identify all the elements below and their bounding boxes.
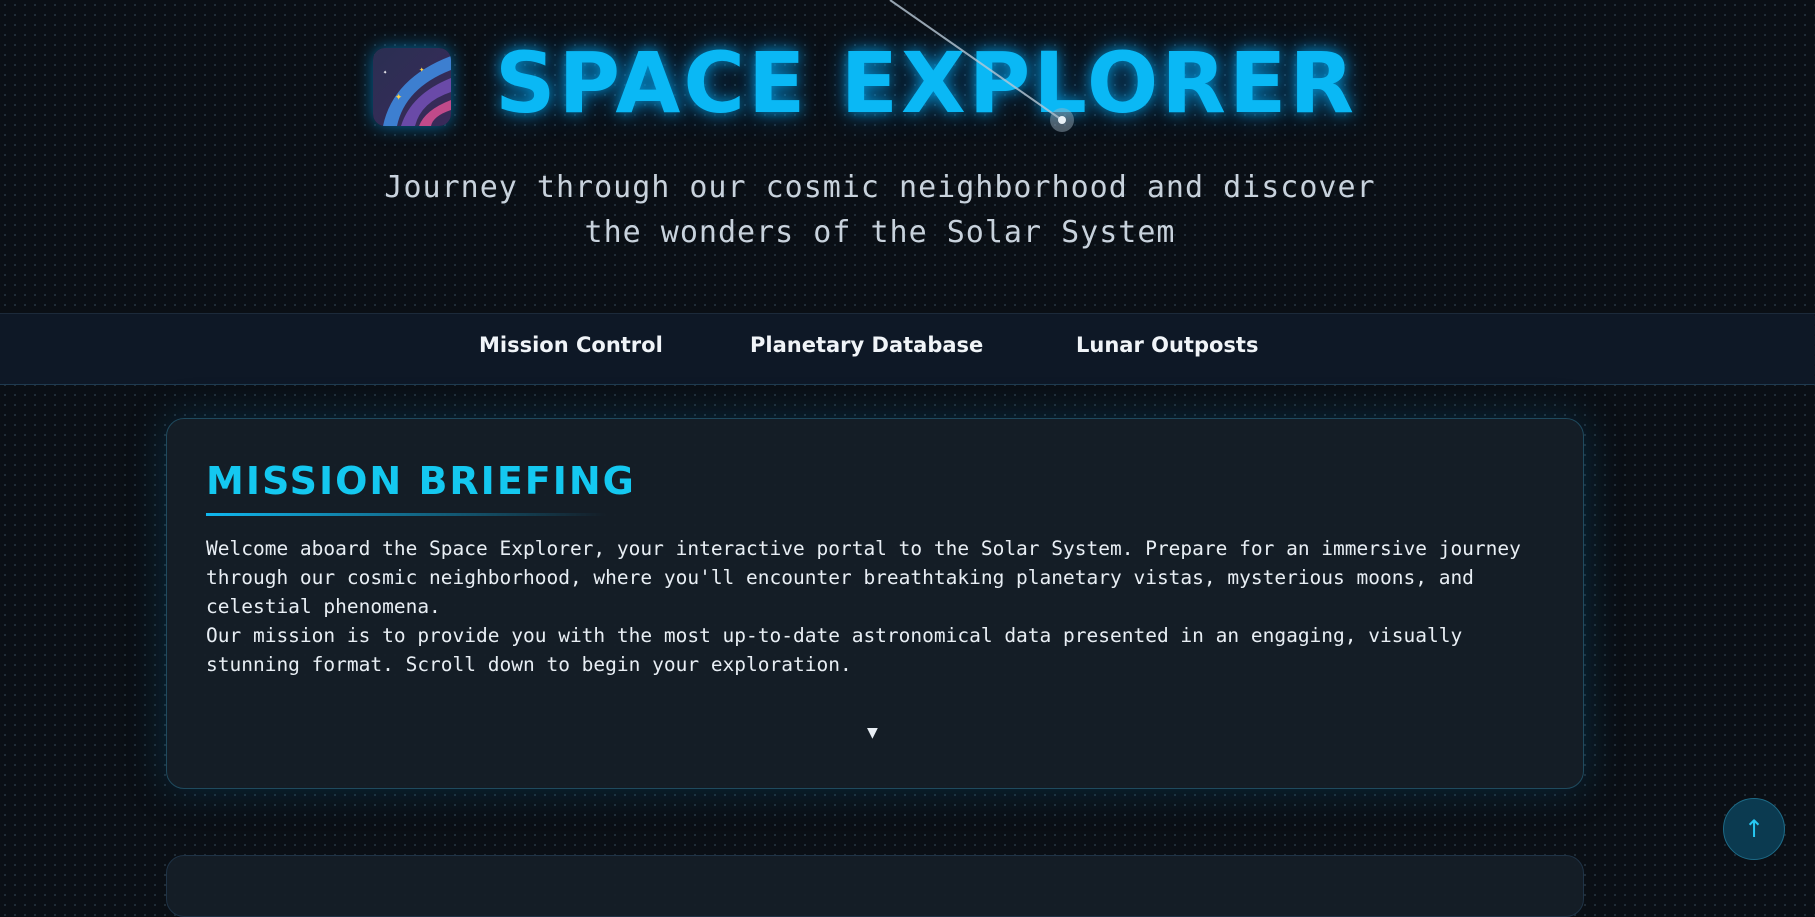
- svg-text:✦: ✦: [383, 68, 388, 76]
- svg-text:✦: ✦: [395, 89, 402, 103]
- briefing-paragraph-1: Welcome aboard the Space Explorer, your …: [206, 537, 1521, 618]
- mission-briefing-card: MISSION BRIEFING Welcome aboard the Spac…: [166, 418, 1584, 789]
- main-nav: Mission Control Planetary Database Lunar…: [0, 313, 1815, 385]
- next-section-card: [166, 855, 1584, 917]
- section-title: MISSION BRIEFING: [206, 459, 636, 503]
- site-header: ✦ ✦ ✦ SPACE EXPLORER Journey through our…: [0, 0, 1815, 313]
- subtitle-line-1: Journey through our cosmic neighborhood …: [384, 170, 1376, 205]
- briefing-text: Welcome aboard the Space Explorer, your …: [206, 534, 1546, 679]
- page-subtitle: Journey through our cosmic neighborhood …: [370, 165, 1390, 255]
- page-title: SPACE EXPLORER: [495, 34, 1358, 132]
- nav-item-lunar-outposts[interactable]: Lunar Outposts: [1076, 333, 1258, 357]
- svg-text:✦: ✦: [419, 65, 425, 75]
- subtitle-line-2: the wonders of the Solar System: [584, 215, 1176, 250]
- nav-item-mission-control[interactable]: Mission Control: [479, 333, 663, 357]
- comet-icon: ✦ ✦ ✦: [373, 48, 451, 126]
- title-underline: [206, 513, 606, 516]
- nav-item-planetary-database[interactable]: Planetary Database: [750, 333, 983, 357]
- expand-arrow-icon[interactable]: ▼: [867, 722, 878, 743]
- briefing-paragraph-2: Our mission is to provide you with the m…: [206, 624, 1463, 676]
- scroll-to-top-button[interactable]: ↑: [1723, 798, 1785, 860]
